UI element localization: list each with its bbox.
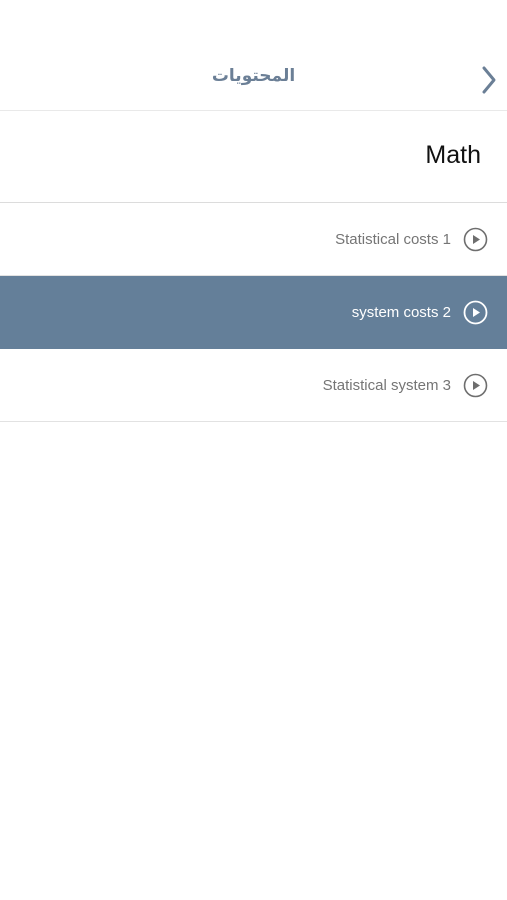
play-circle-icon[interactable] bbox=[463, 227, 488, 252]
lesson-row-3[interactable]: Statistical system 3 bbox=[0, 349, 507, 422]
lesson-label: system costs 2 bbox=[351, 303, 451, 321]
back-button[interactable] bbox=[474, 62, 504, 98]
play-circle-icon[interactable] bbox=[463, 300, 488, 325]
page-title: المحتويات bbox=[211, 66, 296, 86]
play-circle-icon[interactable] bbox=[463, 373, 488, 398]
lesson-label: Statistical costs 1 bbox=[335, 230, 451, 248]
lesson-list: Statistical costs 1 system costs 2 Stati… bbox=[0, 203, 507, 422]
lesson-label: Statistical system 3 bbox=[322, 376, 451, 394]
chevron-right-icon bbox=[482, 66, 496, 94]
navigation-bar: المحتويات bbox=[0, 0, 507, 111]
lesson-row-1[interactable]: Statistical costs 1 bbox=[0, 203, 507, 276]
lesson-row-2[interactable]: system costs 2 bbox=[0, 276, 507, 349]
section-title: Math bbox=[425, 141, 481, 169]
contents-screen: المحتويات Math Statistical costs 1 syste… bbox=[0, 0, 507, 900]
